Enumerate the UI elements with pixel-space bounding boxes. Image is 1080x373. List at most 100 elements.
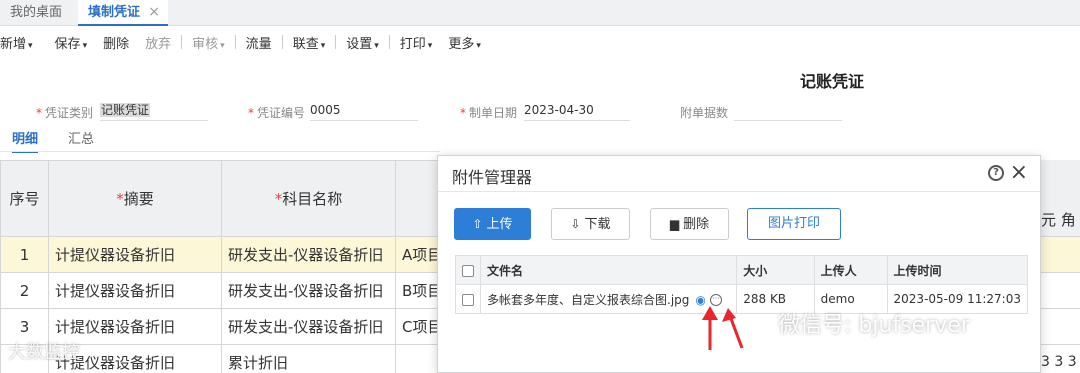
select-all-checkbox[interactable] xyxy=(462,264,474,277)
seq-header: 序号 xyxy=(0,160,49,237)
seq-cell: 1 xyxy=(0,236,49,273)
add-label: 新增 xyxy=(0,36,27,52)
table-row[interactable]: 2 计提仪器设备折旧 研发支出-仪器设备折旧 B项目 xyxy=(0,272,450,309)
seq-cell: 2 xyxy=(0,272,49,309)
print-label: 打印 xyxy=(399,36,426,52)
annotation-arrows xyxy=(702,306,744,350)
required-mark: * xyxy=(460,106,466,120)
help-icon[interactable]: ? xyxy=(988,165,1004,181)
chevron-down-icon: ▾ xyxy=(374,40,379,51)
toolbar: 新增 ▾ 保存 ▾ 删除 放弃 审核 ▾ 流量 联查 ▾ 设置 ▾ 打印 ▾ 更多 ▾ xyxy=(0,28,1080,56)
select-all-cell xyxy=(455,255,481,285)
date-field[interactable]: 2023-04-30 xyxy=(524,101,630,121)
chevron-down-icon: ▾ xyxy=(320,40,326,51)
voucher-no-label-text: 凭证编号 xyxy=(257,106,306,120)
amount-row xyxy=(1041,309,1080,345)
subject-cell[interactable]: 研发支出-仪器设备折旧 xyxy=(221,308,396,345)
voucher-type-value: 记账凭证 xyxy=(100,103,151,117)
upload-button[interactable]: ⇧ 上传 xyxy=(454,208,531,240)
download-button[interactable]: ⇩ 下载 xyxy=(551,208,630,240)
tab-label: 填制凭证 xyxy=(88,5,141,20)
close-icon[interactable]: × xyxy=(148,0,160,25)
more-button[interactable]: 更多 ▾ xyxy=(440,33,489,52)
add-button[interactable]: 新增 ▾ xyxy=(0,33,41,52)
abandon-button[interactable]: 放弃 xyxy=(137,33,179,52)
required-mark: * xyxy=(248,106,254,120)
divider xyxy=(234,35,236,49)
divider xyxy=(281,35,283,49)
arrowhead-icon xyxy=(722,308,736,322)
amount-row xyxy=(1041,273,1080,309)
print-button[interactable]: 打印 ▾ xyxy=(392,33,441,52)
summary-cell[interactable]: 计提仪器设备折旧 xyxy=(48,272,222,309)
amount-row xyxy=(1041,237,1080,273)
amount-unit-header: 元 角 分 xyxy=(1041,160,1080,237)
subject-cell[interactable]: 研发支出-仪器设备折旧 xyxy=(221,272,396,309)
subject-cell[interactable]: 累计折旧 xyxy=(221,344,396,373)
divider xyxy=(0,151,440,152)
voucher-type-field[interactable]: 记账凭证 xyxy=(100,101,208,121)
attachment-header-row: 文件名 大小 上传人 上传时间 xyxy=(455,255,1029,285)
arrowhead-icon xyxy=(702,306,718,320)
dialog-title: 附件管理器 xyxy=(452,168,533,187)
chevron-down-icon: ▾ xyxy=(427,40,433,51)
review-label: 审核 xyxy=(192,36,219,52)
trash-icon: ▆ xyxy=(669,217,680,231)
watermark-right: 微信号: bjufserver xyxy=(778,313,970,338)
chevron-down-icon: ▾ xyxy=(476,40,481,51)
filename-header: 文件名 xyxy=(479,255,738,285)
date-label-text: 制单日期 xyxy=(469,106,518,120)
amount-columns: 元 角 分 3 3 3 xyxy=(1040,160,1080,373)
required-mark: * xyxy=(116,190,124,208)
download-icon: ⇩ xyxy=(570,217,581,231)
amount-tail: 3 3 3 xyxy=(1041,354,1077,370)
uploader-header: 上传人 xyxy=(813,255,888,285)
required-mark: * xyxy=(36,106,42,120)
row-checkbox[interactable] xyxy=(462,293,474,306)
upload-time-header: 上传时间 xyxy=(886,255,1029,285)
voucher-no-field[interactable]: 0005 xyxy=(310,101,418,121)
summary-header: *摘要 xyxy=(48,160,222,237)
chevron-down-icon: ▾ xyxy=(28,40,33,51)
delete-button[interactable]: 删除 xyxy=(95,33,137,52)
tab-summary[interactable]: 汇总 xyxy=(68,128,94,147)
flow-button[interactable]: 流量 xyxy=(238,33,280,52)
review-button[interactable]: 审核 ▾ xyxy=(184,33,233,52)
divider xyxy=(335,35,337,49)
tab-fill-voucher[interactable]: 填制凭证 × xyxy=(78,0,169,26)
upload-label: 上传 xyxy=(486,217,513,232)
attachments-count-field[interactable] xyxy=(734,101,842,121)
summary-header-text: 摘要 xyxy=(123,190,154,208)
date-label: * 制单日期 xyxy=(460,104,517,121)
filename-text[interactable]: 多帐套多年度、自定义报表综合图.jpg xyxy=(487,293,689,307)
grid-header-row: 序号 *摘要 *科目名称 xyxy=(0,160,450,237)
tab-my-desktop[interactable]: 我的桌面 xyxy=(0,0,72,26)
tab-detail[interactable]: 明细 xyxy=(12,128,39,153)
table-row[interactable]: 1 计提仪器设备折旧 研发支出-仪器设备折旧 A项目 xyxy=(0,236,450,273)
attachments-count-label: 附单据数 xyxy=(680,106,729,120)
link-button[interactable]: 联查 ▾ xyxy=(285,33,334,52)
save-button[interactable]: 保存 ▾ xyxy=(47,33,96,52)
watermark-left: 大数监控 xyxy=(8,342,80,363)
settings-button[interactable]: 设置 ▾ xyxy=(338,33,387,52)
delete-label: 删除 xyxy=(683,217,710,232)
image-print-button[interactable]: 图片打印 xyxy=(747,208,841,240)
page-title: 记账凭证 xyxy=(800,72,865,91)
upload-icon: ⇧ xyxy=(472,217,483,231)
subject-header: *科目名称 xyxy=(221,160,396,237)
divider xyxy=(438,191,1040,192)
delete-button[interactable]: ▆ 删除 xyxy=(650,208,729,240)
subject-cell[interactable]: 研发支出-仪器设备折旧 xyxy=(221,236,396,273)
link-label: 联查 xyxy=(292,36,319,52)
summary-cell[interactable]: 计提仪器设备折旧 xyxy=(48,236,222,273)
size-header: 大小 xyxy=(736,255,815,285)
voucher-no-label: *凭证类别凭证编号 xyxy=(248,104,305,121)
divider xyxy=(388,35,390,49)
divider xyxy=(181,35,183,49)
close-icon[interactable]: × xyxy=(1010,160,1028,185)
download-label: 下载 xyxy=(584,217,611,232)
select-cell xyxy=(455,284,481,314)
more-label: 更多 xyxy=(448,36,475,52)
settings-label: 设置 xyxy=(346,36,373,52)
tab-bar: 我的桌面 填制凭证 × xyxy=(0,0,1080,26)
